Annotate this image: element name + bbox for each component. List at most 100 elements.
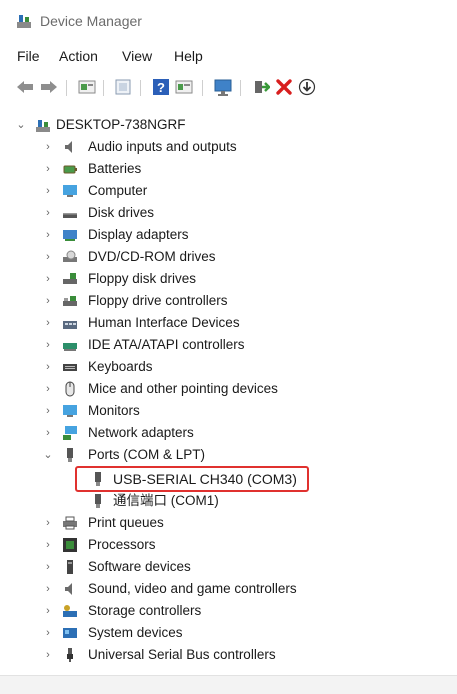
usb-icon — [67, 648, 73, 662]
uninstall-icon[interactable] — [273, 76, 295, 98]
category-ide-controllers[interactable]: › IDE ATA/ATAPI controllers — [0, 334, 400, 356]
chevron-right-icon[interactable]: › — [43, 622, 53, 644]
root-label: DESKTOP-738NGRF — [56, 117, 186, 132]
category-label: System devices — [88, 625, 183, 640]
category-network-adapters[interactable]: › Network adapters — [0, 422, 400, 444]
category-disk-drives[interactable]: › Disk drives — [0, 202, 400, 224]
category-batteries[interactable]: › Batteries — [0, 158, 400, 180]
computer-host-icon — [36, 120, 50, 132]
category-system-devices[interactable]: › System devices — [0, 622, 400, 644]
device-manager-icon — [17, 15, 31, 28]
category-label: Monitors — [88, 403, 140, 418]
chevron-right-icon[interactable]: › — [43, 378, 53, 400]
category-floppy-disk-drives[interactable]: › Floppy disk drives — [0, 268, 400, 290]
menu-help[interactable]: Help — [172, 44, 205, 68]
chevron-right-icon[interactable]: › — [43, 512, 53, 534]
update-icon[interactable] — [112, 76, 134, 98]
category-label: Batteries — [88, 161, 142, 176]
menu-action[interactable]: Action — [57, 44, 100, 68]
chevron-right-icon[interactable]: › — [43, 400, 53, 422]
chevron-right-icon[interactable]: › — [43, 136, 53, 158]
category-ports[interactable]: ⌄ Ports (COM & LPT) — [0, 444, 400, 466]
category-hid[interactable]: › Human Interface Devices — [0, 312, 400, 334]
category-mice[interactable]: › Mice and other pointing devices — [0, 378, 400, 400]
properties-icon[interactable] — [76, 76, 98, 98]
forward-icon[interactable] — [38, 76, 60, 98]
category-audio[interactable]: › Audio inputs and outputs — [0, 136, 400, 158]
monitor-icon — [63, 405, 77, 417]
chevron-right-icon[interactable]: › — [43, 268, 53, 290]
category-label: Ports (COM & LPT) — [88, 447, 206, 462]
category-dvd-drives[interactable]: › DVD/CD-ROM drives — [0, 246, 400, 268]
software-device-icon — [67, 560, 73, 574]
category-keyboards[interactable]: › Keyboards — [0, 356, 400, 378]
toolbar-separator — [66, 80, 67, 96]
category-processors[interactable]: › Processors — [0, 534, 400, 556]
back-icon[interactable] — [14, 76, 36, 98]
toolbar-separator — [202, 80, 203, 96]
chevron-right-icon[interactable]: › — [43, 578, 53, 600]
download-driver-icon[interactable] — [296, 76, 318, 98]
storage-controller-icon — [63, 605, 77, 617]
chevron-down-icon[interactable]: ⌄ — [43, 444, 53, 466]
chevron-right-icon[interactable]: › — [43, 556, 53, 578]
window-title: Device Manager — [40, 13, 142, 29]
chevron-right-icon[interactable]: › — [43, 290, 53, 312]
chevron-right-icon[interactable]: › — [43, 158, 53, 180]
device-com1[interactable]: 通信端口 (COM1) — [0, 490, 300, 512]
category-monitors[interactable]: › Monitors — [0, 400, 400, 422]
chevron-right-icon[interactable]: › — [43, 600, 53, 622]
chevron-right-icon[interactable]: › — [43, 224, 53, 246]
chevron-right-icon[interactable]: › — [43, 246, 53, 268]
category-print-queues[interactable]: › Print queues — [0, 512, 400, 534]
help-icon[interactable]: ? — [150, 76, 172, 98]
chevron-right-icon[interactable]: › — [43, 334, 53, 356]
speaker-icon — [65, 141, 72, 153]
port-icon — [67, 448, 73, 462]
disk-drive-icon — [63, 213, 77, 218]
toolbar-separator — [103, 80, 104, 96]
category-sound-video[interactable]: › Sound, video and game controllers — [0, 578, 400, 600]
chevron-right-icon[interactable]: › — [43, 644, 53, 666]
category-label: Processors — [88, 537, 156, 552]
computer-icon — [63, 185, 77, 197]
category-usb-controllers[interactable]: › Universal Serial Bus controllers — [0, 644, 400, 666]
tree-root[interactable]: ⌄ DESKTOP-738NGRF — [0, 114, 300, 136]
status-bar — [0, 675, 457, 694]
menu-view[interactable]: View — [120, 44, 154, 68]
enable-device-icon[interactable] — [250, 76, 272, 98]
category-label: Audio inputs and outputs — [88, 139, 237, 154]
category-label: Floppy disk drives — [88, 271, 197, 286]
category-label: Universal Serial Bus controllers — [88, 647, 276, 662]
mouse-icon — [65, 381, 75, 397]
menu-bar: File Action View Help — [0, 44, 457, 68]
title-bar: Device Manager — [0, 0, 457, 40]
category-label: Network adapters — [88, 425, 194, 440]
chevron-right-icon[interactable]: › — [43, 180, 53, 202]
category-computer[interactable]: › Computer — [0, 180, 400, 202]
category-floppy-controllers[interactable]: › Floppy drive controllers — [0, 290, 400, 312]
chevron-right-icon[interactable]: › — [43, 422, 53, 444]
category-label: Storage controllers — [88, 603, 202, 618]
category-software-devices[interactable]: › Software devices — [0, 556, 400, 578]
category-label: Human Interface Devices — [88, 315, 240, 330]
view-icon[interactable] — [173, 76, 195, 98]
chevron-right-icon[interactable]: › — [43, 534, 53, 556]
port-device-icon — [95, 494, 101, 508]
category-storage-controllers[interactable]: › Storage controllers — [0, 600, 400, 622]
menu-file[interactable]: File — [15, 44, 42, 68]
toolbar-separator — [140, 80, 141, 96]
category-label: Mice and other pointing devices — [88, 381, 278, 396]
category-label: Floppy drive controllers — [88, 293, 228, 308]
chevron-right-icon[interactable]: › — [43, 312, 53, 334]
chevron-right-icon[interactable]: › — [43, 202, 53, 224]
display-adapter-icon — [63, 230, 77, 241]
device-label: 通信端口 (COM1) — [113, 493, 219, 508]
scan-hardware-icon[interactable] — [212, 76, 234, 98]
category-label: Computer — [88, 183, 148, 198]
chevron-down-icon[interactable]: ⌄ — [16, 114, 26, 136]
category-label: Display adapters — [88, 227, 189, 242]
network-adapter-icon — [63, 426, 77, 440]
chevron-right-icon[interactable]: › — [43, 356, 53, 378]
category-display-adapters[interactable]: › Display adapters — [0, 224, 400, 246]
